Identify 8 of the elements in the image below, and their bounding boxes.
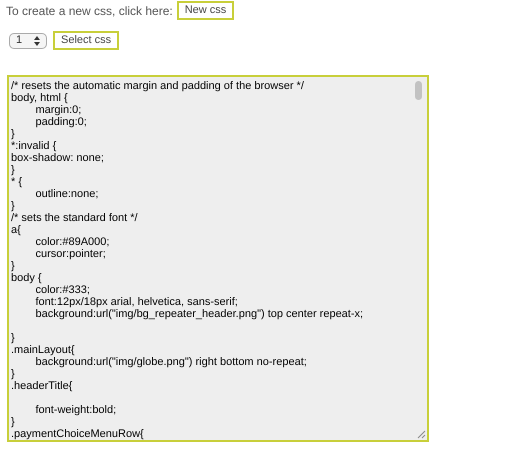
css-editor-field[interactable]: /* resets the automatic margin and padding of the browser */ body, html { margin:0; padding:0; } *:invalid { box-shadow: none; } * { outline:none; } /* sets the standard font */ a{ color:#89A000; cursor:pointer; } body { color:#333; font:12px/18px arial, helvetica, sans-serif; background:url("img/bg_repeater_header.png") top center repeat-x; } .mainLayout{ background:url("img/globe.png") right bottom no-repeat; } .headerTitle{ font-weight:bold; } .paymentChoiceMenuRow{ — [7, 75, 429, 442]
intro-text: To create a new css, click here: — [6, 2, 173, 20]
select-css-button[interactable]: Select css — [53, 31, 120, 50]
scrollbar-thumb[interactable] — [415, 81, 422, 100]
number-select[interactable]: 1 — [9, 32, 47, 48]
new-css-button[interactable]: New css — [176, 1, 234, 20]
stepper-icon — [34, 36, 40, 46]
resize-handle-icon[interactable] — [416, 429, 426, 439]
